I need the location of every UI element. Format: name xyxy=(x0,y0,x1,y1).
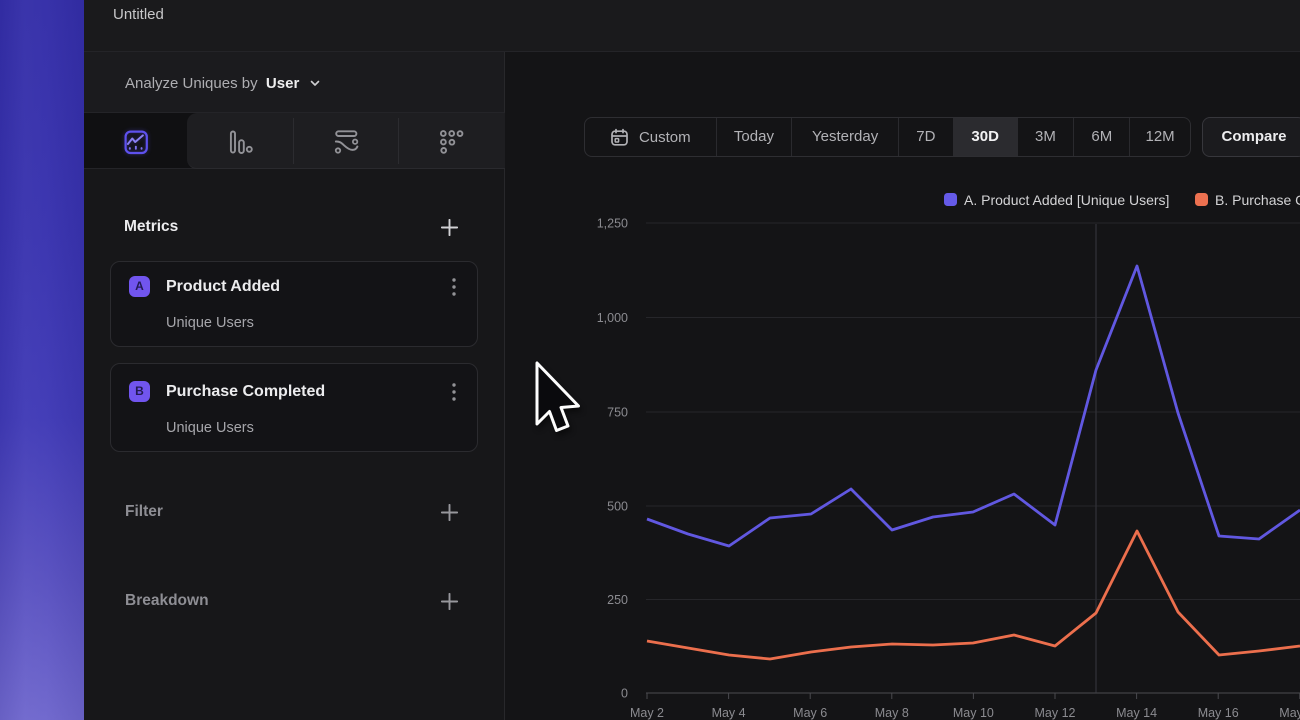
svg-text:500: 500 xyxy=(607,500,628,514)
svg-text:May 18: May 18 xyxy=(1279,706,1300,720)
svg-text:May 2: May 2 xyxy=(630,706,664,720)
svg-text:0: 0 xyxy=(621,687,628,701)
svg-text:1,000: 1,000 xyxy=(597,311,628,325)
svg-text:750: 750 xyxy=(607,406,628,420)
svg-text:May 12: May 12 xyxy=(1035,706,1076,720)
svg-text:May 6: May 6 xyxy=(793,706,827,720)
svg-text:May 10: May 10 xyxy=(953,706,994,720)
svg-text:May 16: May 16 xyxy=(1198,706,1239,720)
svg-text:250: 250 xyxy=(607,593,628,607)
svg-text:1,250: 1,250 xyxy=(597,217,628,231)
svg-text:May 8: May 8 xyxy=(875,706,909,720)
svg-text:May 4: May 4 xyxy=(712,706,746,720)
svg-text:May 14: May 14 xyxy=(1116,706,1157,720)
